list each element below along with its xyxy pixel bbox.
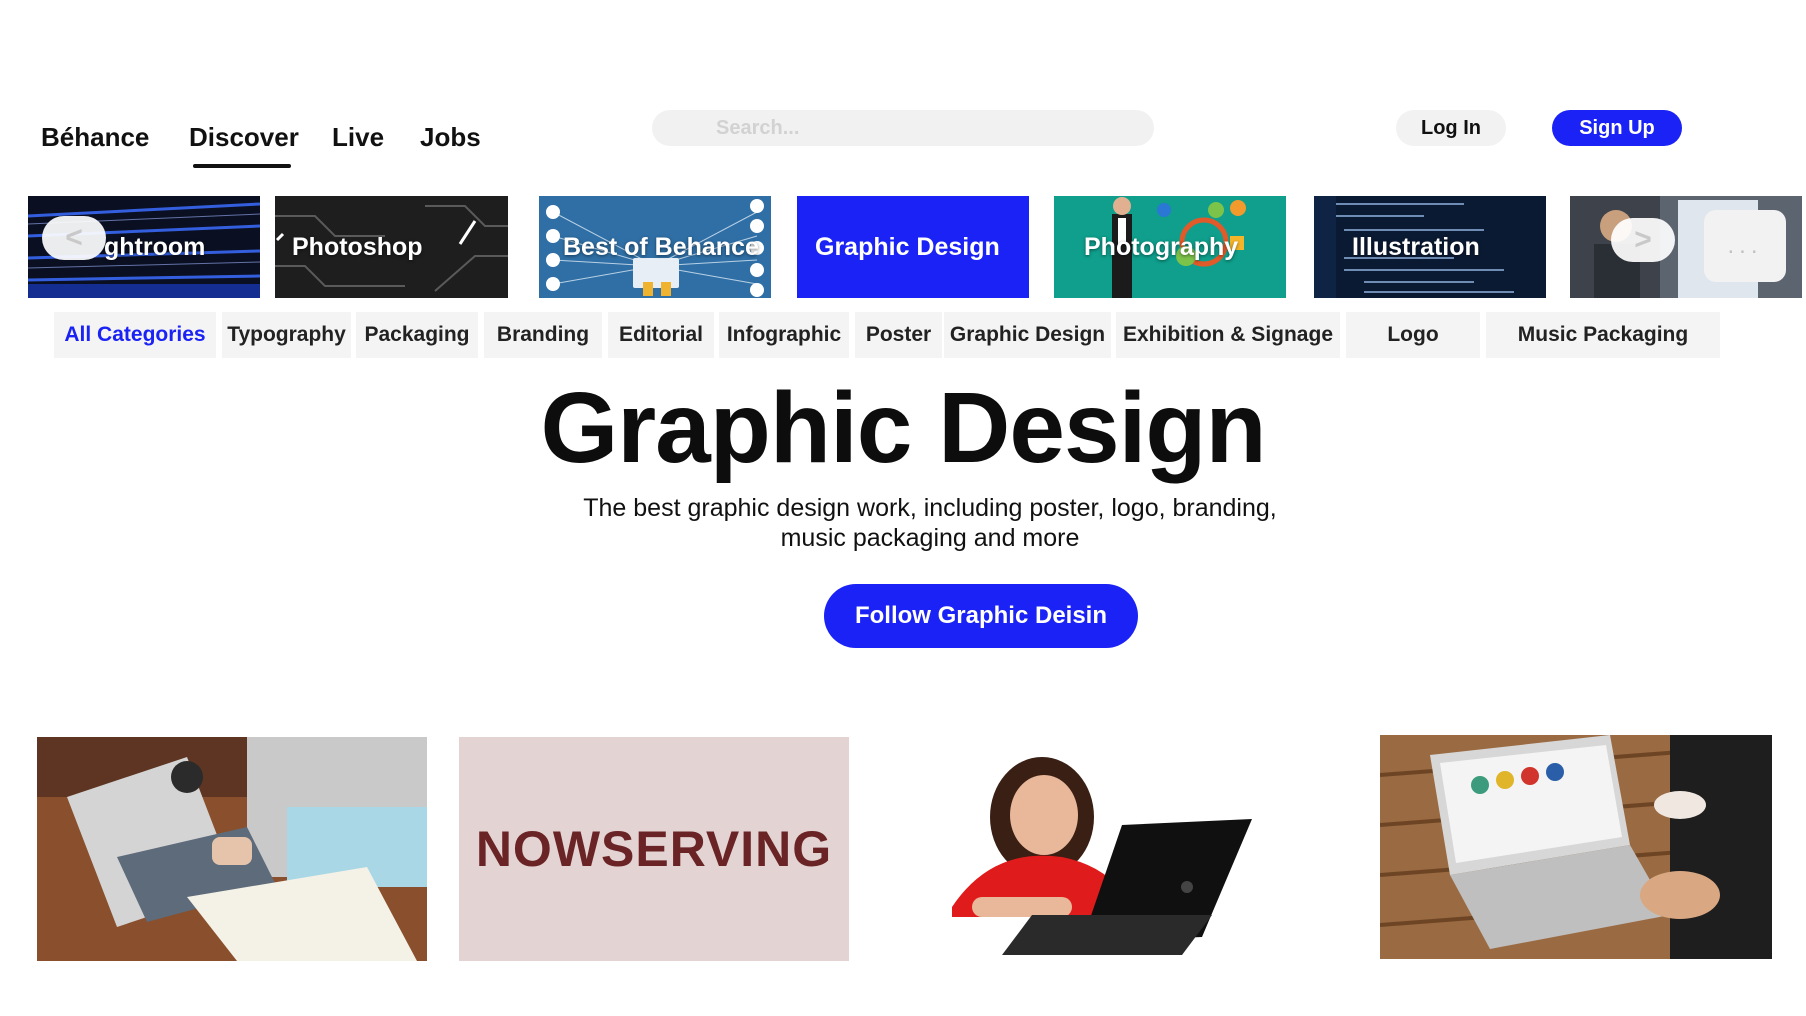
page-description-line-1: The best graphic design work, including … <box>583 494 1277 522</box>
subcat-editorial[interactable]: Editorial <box>608 312 714 358</box>
tile-illustration-label: Illustration <box>1352 232 1480 261</box>
follow-button[interactable]: Follow Graphic Deisin <box>824 584 1138 648</box>
tile-best-of-behance-label: Best of Behance <box>563 232 759 261</box>
subcat-logo[interactable]: Logo <box>1346 312 1480 358</box>
nav-live[interactable]: Live <box>332 122 384 153</box>
login-button[interactable]: Log In <box>1396 110 1506 146</box>
tile-photoshop-label: Photoshop <box>292 232 423 261</box>
tile-photography[interactable]: Photography <box>1054 196 1286 298</box>
page-title: Graphic Design <box>540 372 1266 484</box>
subcat-graphic-design[interactable]: Graphic Design <box>944 312 1111 358</box>
subcat-branding[interactable]: Branding <box>484 312 602 358</box>
carousel-next-button[interactable]: > <box>1611 218 1675 262</box>
nav-discover[interactable]: Discover <box>189 122 299 153</box>
subcat-infographic[interactable]: Infographic <box>719 312 849 358</box>
subcat-typography[interactable]: Typography <box>222 312 351 358</box>
tile-photography-label: Photography <box>1084 232 1239 261</box>
subcat-all-categories[interactable]: All Categories <box>54 312 216 358</box>
nav-active-indicator <box>193 164 291 168</box>
search-input[interactable] <box>652 110 1154 146</box>
project-thumbnail <box>1380 735 1772 959</box>
page-description: The best graphic design work, including … <box>500 493 1360 553</box>
carousel-prev-button[interactable]: < <box>42 216 106 260</box>
subcat-music-packaging[interactable]: Music Packaging <box>1486 312 1720 358</box>
tile-lightroom-label: ghtroom <box>104 232 206 261</box>
subcat-exhibition-signage[interactable]: Exhibition & Signage <box>1116 312 1340 358</box>
tile-illustration[interactable]: Illustration <box>1314 196 1546 298</box>
nav-jobs[interactable]: Jobs <box>420 122 481 153</box>
tile-best-of-behance[interactable]: Best of Behance <box>539 196 771 298</box>
project-thumbnail <box>37 737 427 961</box>
signup-button[interactable]: Sign Up <box>1552 110 1682 146</box>
more-options-button[interactable]: ... <box>1704 210 1786 282</box>
project-thumbnail <box>932 737 1262 961</box>
subcat-packaging[interactable]: Packaging <box>356 312 478 358</box>
tile-graphic-design-label: Graphic Design <box>815 232 1000 261</box>
project-card-laptop-table[interactable] <box>1380 735 1772 959</box>
tile-photoshop[interactable]: Photoshop <box>275 196 508 298</box>
project-card-laptop-desk[interactable] <box>37 737 427 961</box>
subcat-poster[interactable]: Poster <box>855 312 942 358</box>
project-card-nowserving[interactable]: NOWSERVING <box>459 737 849 961</box>
page-description-line-2: music packaging and more <box>780 524 1080 552</box>
brand-logo[interactable]: Béhance <box>41 122 149 153</box>
project-card-woman-laptop[interactable] <box>932 737 1262 961</box>
project-card-nowserving-title: NOWSERVING <box>475 821 833 877</box>
tile-graphic-design[interactable]: Graphic Design <box>797 196 1029 298</box>
